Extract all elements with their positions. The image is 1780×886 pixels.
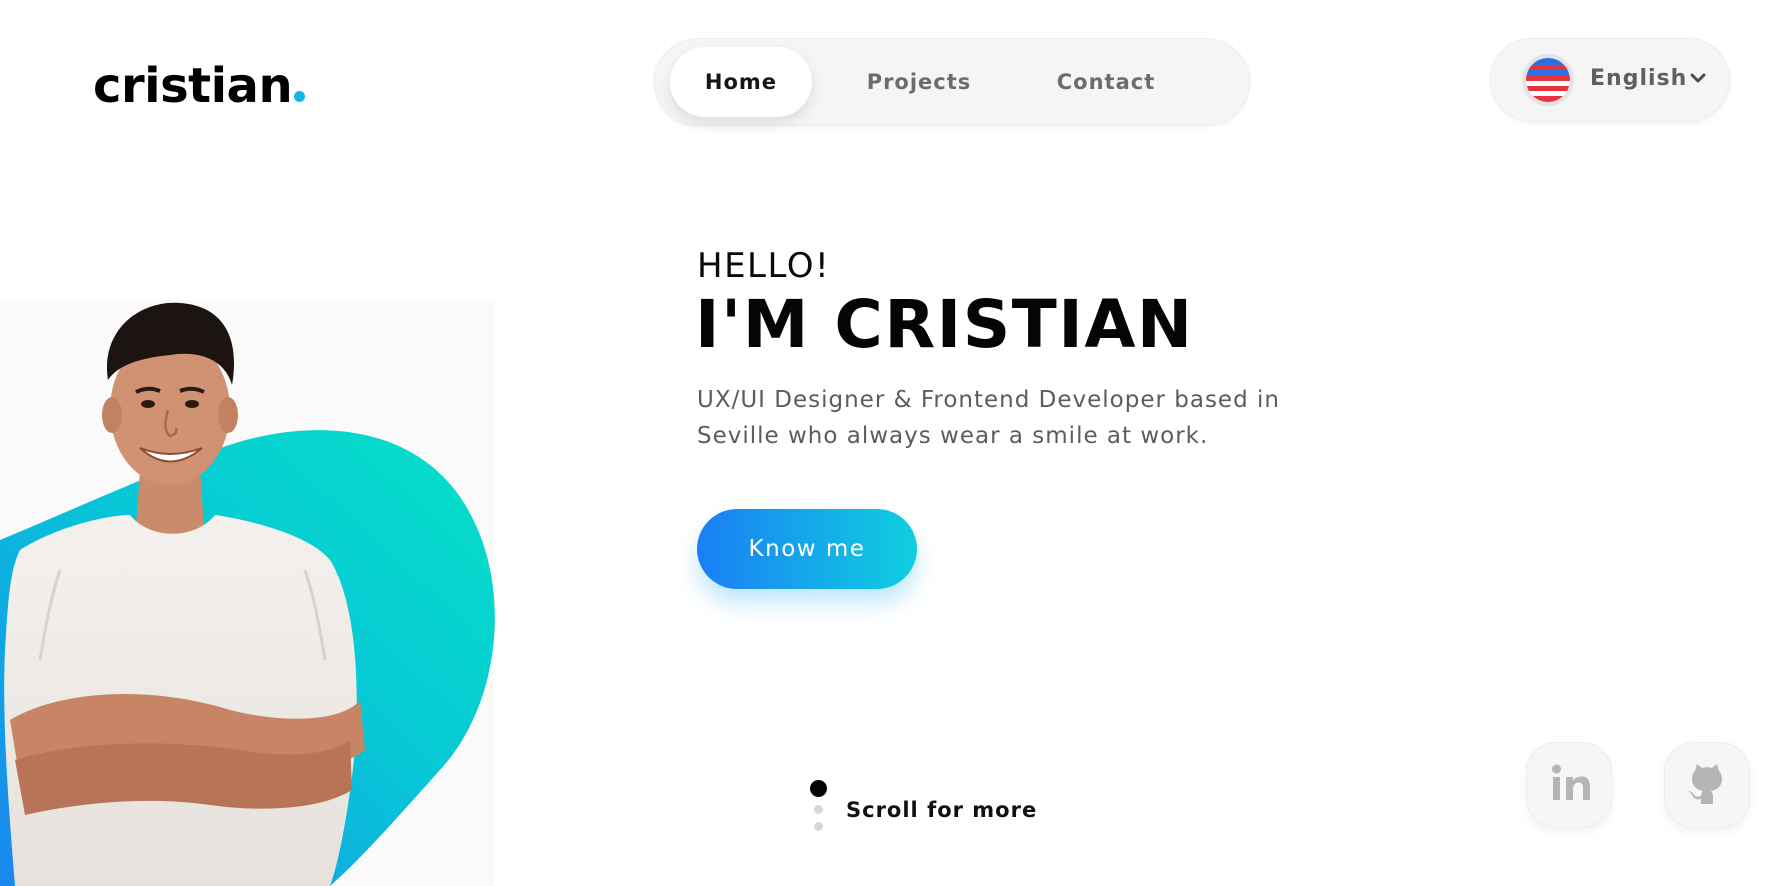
main-nav: Home Projects Contact	[654, 38, 1250, 126]
logo-text: cristian	[93, 58, 293, 114]
nav-projects[interactable]: Projects	[844, 47, 994, 117]
hero-portrait	[0, 300, 495, 886]
know-me-button[interactable]: Know me	[697, 509, 917, 589]
us-flag-icon	[1526, 58, 1570, 102]
language-label: English	[1590, 66, 1688, 91]
hero-greeting: HELLO!	[697, 246, 831, 286]
chevron-down-icon	[1690, 73, 1706, 83]
hero-description: UX/UI Designer & Frontend Developer base…	[697, 387, 1280, 449]
language-selector[interactable]: English	[1490, 38, 1730, 122]
nav-contact[interactable]: Contact	[1026, 47, 1186, 117]
linkedin-button[interactable]	[1526, 742, 1612, 828]
scroll-label: Scroll for more	[846, 798, 1038, 822]
hero-headline: I'M CRISTIAN	[695, 286, 1194, 363]
brand-logo[interactable]: cristian	[93, 58, 306, 114]
logo-dot	[294, 91, 306, 102]
linkedin-icon	[1552, 764, 1590, 800]
nav-home[interactable]: Home	[670, 47, 812, 117]
github-button[interactable]	[1664, 742, 1750, 828]
github-icon	[1688, 764, 1722, 804]
